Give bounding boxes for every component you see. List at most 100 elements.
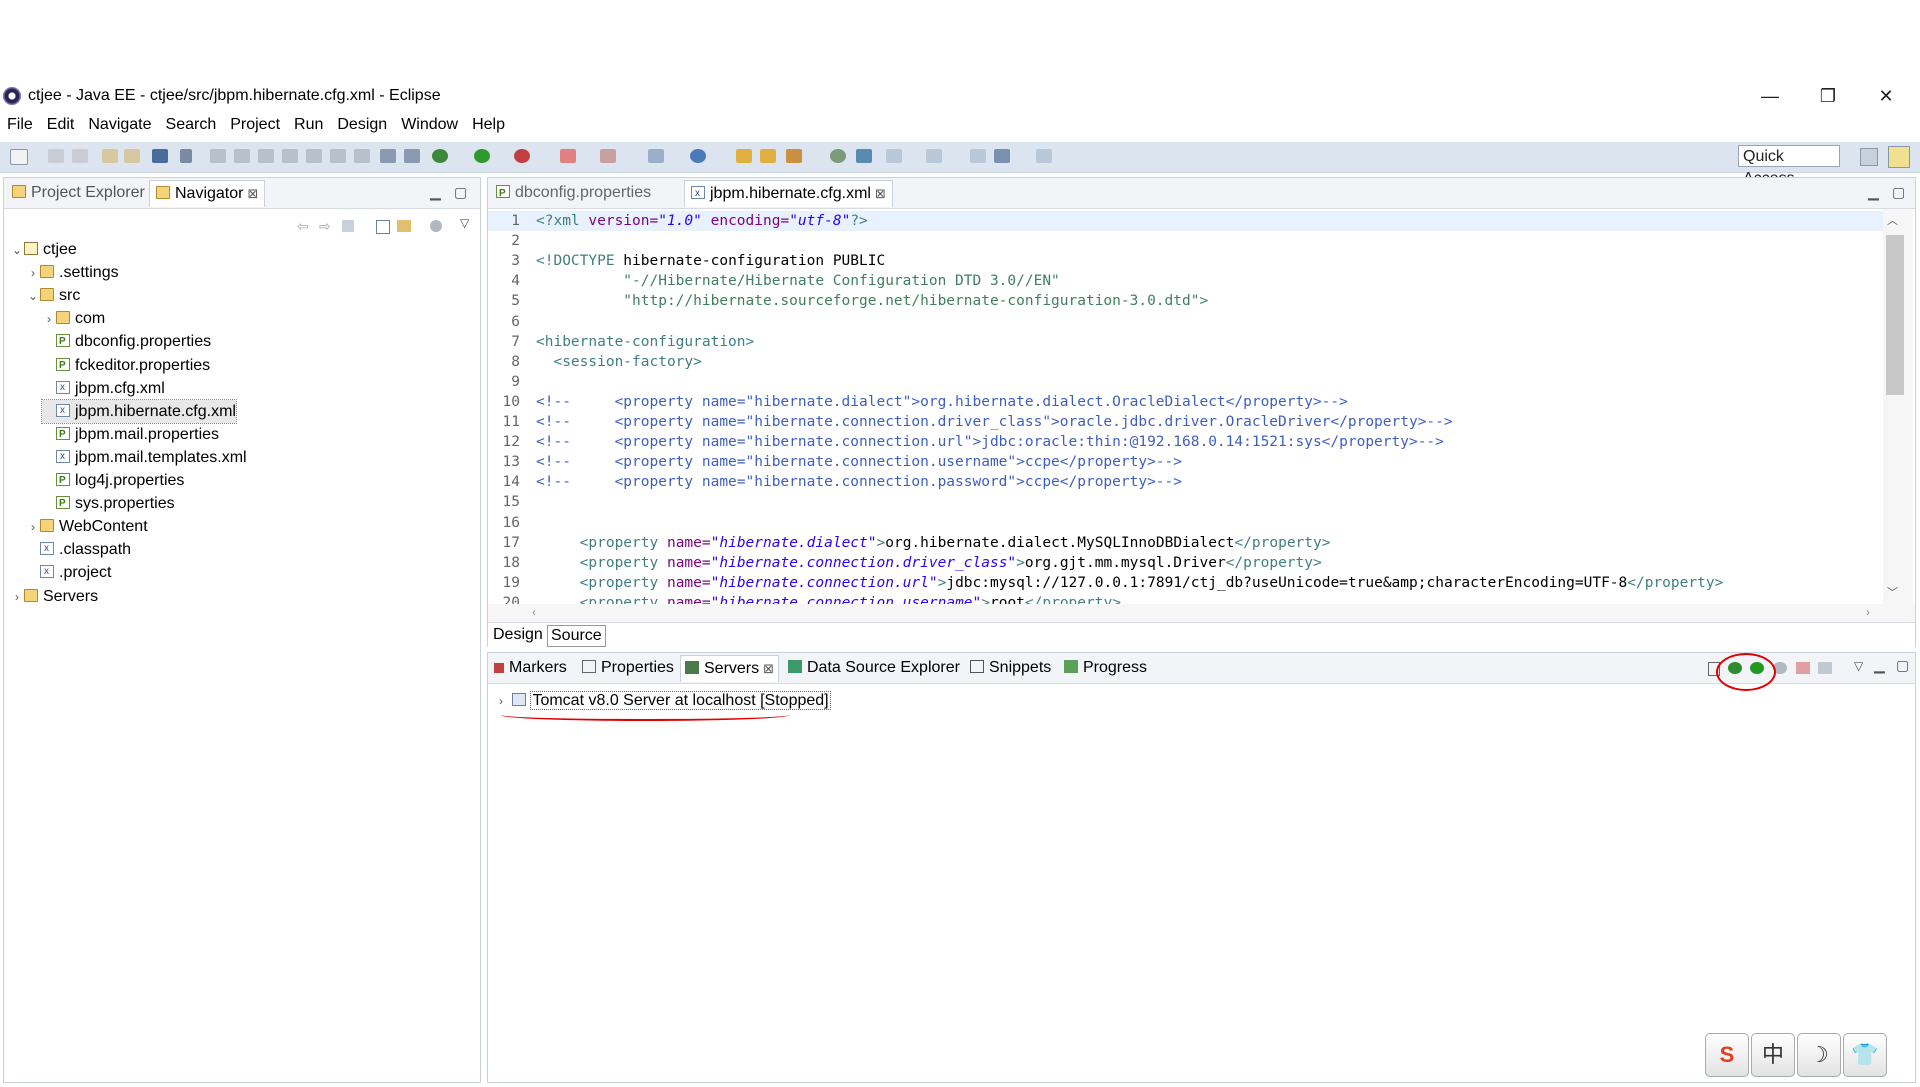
half-width-icon[interactable]: ☽ xyxy=(1797,1033,1841,1077)
close-button[interactable]: ✕ xyxy=(1866,86,1906,108)
new-java-icon[interactable] xyxy=(648,149,664,163)
tab-navigator[interactable]: Navigator ⊠ xyxy=(149,180,266,207)
chevron-down-icon[interactable]: ⌄ xyxy=(26,285,40,308)
print-icon[interactable] xyxy=(102,149,118,163)
collapse-all-icon[interactable] xyxy=(376,220,390,234)
code-line[interactable]: 3 <!DOCTYPE hibernate-configuration PUBLI… xyxy=(488,251,885,271)
prev-annotation-icon[interactable] xyxy=(926,149,942,163)
filter-icon[interactable] xyxy=(430,220,442,232)
code-line[interactable]: 13 <!-- <property name="hibernate.connect… xyxy=(488,452,1182,472)
stop-icon[interactable] xyxy=(560,149,576,163)
run-icon[interactable] xyxy=(474,149,490,163)
tree-item[interactable]: .classpath xyxy=(26,537,131,561)
skip-breakpoints-icon[interactable] xyxy=(180,149,192,163)
chevron-right-icon[interactable]: › xyxy=(42,308,56,331)
sogou-logo-icon[interactable]: S xyxy=(1705,1033,1749,1077)
code-line[interactable]: 17 <property name="hibernate.dialect">or… xyxy=(488,533,1331,553)
code-line[interactable]: 10 <!-- <property name="hibernate.dialect… xyxy=(488,392,1348,412)
code-line[interactable]: 15 xyxy=(488,492,536,512)
chevron-right-icon[interactable]: › xyxy=(10,586,24,609)
new-server-icon[interactable] xyxy=(600,149,616,163)
save-all-icon[interactable] xyxy=(72,149,88,163)
terminal-icon[interactable] xyxy=(152,149,168,163)
scroll-left-icon[interactable]: ‹ xyxy=(532,605,536,619)
code-line[interactable]: 9 xyxy=(488,372,536,392)
run-external-icon[interactable] xyxy=(514,149,530,163)
tree-item[interactable]: › Servers xyxy=(10,585,98,608)
tree-item[interactable]: › WebContent xyxy=(26,515,148,538)
code-line[interactable]: 5 "http://hibernate.sourceforge.net/hibe… xyxy=(488,291,1208,311)
open-perspective-icon[interactable] xyxy=(1860,148,1878,166)
tree-item[interactable]: ⌄ ctjee xyxy=(10,238,77,261)
publish-server-icon[interactable] xyxy=(1818,662,1832,674)
java-ee-perspective-icon[interactable] xyxy=(1888,146,1910,168)
chevron-down-icon[interactable]: ⌄ xyxy=(10,239,24,262)
step-into-icon[interactable] xyxy=(306,149,322,163)
terminate-icon[interactable] xyxy=(258,149,274,163)
back-icon[interactable] xyxy=(994,149,1010,163)
web-browser-icon[interactable] xyxy=(830,149,846,163)
minimize-view-icon[interactable]: ▁ xyxy=(1874,657,1885,674)
code-line[interactable]: 7 <hibernate-configuration> xyxy=(488,332,754,352)
tab-project-explorer[interactable]: Project Explorer xyxy=(6,180,151,206)
scroll-right-icon[interactable]: › xyxy=(1866,605,1870,619)
step-over-icon[interactable] xyxy=(330,149,346,163)
code-line[interactable]: 2 xyxy=(488,231,536,251)
search-toolbar-icon[interactable] xyxy=(786,149,802,163)
open-type-icon[interactable] xyxy=(736,149,752,163)
menu-search[interactable]: Search xyxy=(159,113,224,137)
open-task-icon[interactable] xyxy=(760,149,776,163)
maximize-view-icon[interactable]: ▢ xyxy=(454,184,467,201)
tree-item[interactable]: dbconfig.properties xyxy=(42,330,211,353)
maximize-view-icon[interactable]: ▢ xyxy=(1896,657,1909,674)
tree-item[interactable]: sys.properties xyxy=(42,492,175,515)
code-line[interactable]: 12 <!-- <property name="hibernate.connect… xyxy=(488,432,1444,452)
skin-icon[interactable]: 👕 xyxy=(1843,1033,1887,1077)
vertical-scroll-thumb[interactable] xyxy=(1886,235,1904,395)
tab-snippets[interactable]: Snippets xyxy=(966,655,1055,681)
tab-progress[interactable]: Progress xyxy=(1060,655,1151,681)
code-line[interactable]: 6 xyxy=(488,312,536,332)
menu-edit[interactable]: Edit xyxy=(40,113,82,137)
maximize-editor-icon[interactable]: ▢ xyxy=(1892,184,1905,201)
save-icon[interactable] xyxy=(48,149,64,163)
debug-icon[interactable] xyxy=(432,149,448,163)
minimize-button[interactable]: — xyxy=(1750,86,1790,108)
tree-item[interactable]: › .settings xyxy=(26,261,119,284)
annotation-icon[interactable] xyxy=(856,149,872,163)
menu-file[interactable]: File xyxy=(0,113,40,137)
close-icon[interactable]: ⊠ xyxy=(247,186,258,201)
up-nav-icon[interactable] xyxy=(342,220,354,232)
tree-item[interactable]: › com xyxy=(42,307,105,330)
last-edit-icon[interactable] xyxy=(970,149,986,163)
new-icon[interactable] xyxy=(10,149,28,165)
menu-navigate[interactable]: Navigate xyxy=(81,113,158,137)
tab-jbpm-hibernate-cfg[interactable]: jbpm.hibernate.cfg.xml⊠ xyxy=(684,180,893,207)
chevron-right-icon[interactable]: › xyxy=(26,516,40,539)
minimize-editor-icon[interactable]: ▁ xyxy=(1868,184,1879,201)
tab-markers[interactable]: Markers xyxy=(490,655,571,681)
tab-design[interactable]: Design xyxy=(490,625,546,645)
resume-icon[interactable] xyxy=(210,149,226,163)
scroll-down-icon[interactable]: ﹀ xyxy=(1887,584,1898,600)
tab-source[interactable]: Source xyxy=(547,625,606,647)
horizontal-scrollbar[interactable]: ‹ › xyxy=(488,604,1915,622)
tree-item[interactable]: jbpm.cfg.xml xyxy=(42,376,165,400)
code-line[interactable]: 18 <property name="hibernate.connection.… xyxy=(488,553,1322,573)
code-line[interactable]: 14 <!-- <property name="hibernate.connect… xyxy=(488,472,1182,492)
tab-data-source-explorer[interactable]: Data Source Explorer xyxy=(784,655,964,681)
stop-server-icon[interactable] xyxy=(1796,662,1810,674)
publish-icon[interactable] xyxy=(124,149,140,163)
chinese-mode-icon[interactable]: 中 xyxy=(1751,1033,1795,1077)
code-line[interactable]: 4 "-//Hibernate/Hibernate Configuration … xyxy=(488,271,1060,291)
close-icon[interactable]: ⊠ xyxy=(763,661,774,676)
step-return-icon[interactable] xyxy=(354,149,370,163)
code-line[interactable]: 1 <?xml version="1.0" encoding="utf-8"?> xyxy=(488,211,1883,231)
forward-nav-icon[interactable]: ⇨ xyxy=(319,218,331,235)
scroll-up-icon[interactable]: ︿ xyxy=(1887,212,1898,228)
tree-item[interactable]: jbpm.mail.templates.xml xyxy=(42,445,247,469)
new-class-icon[interactable] xyxy=(690,149,706,163)
server-label[interactable]: Tomcat v8.0 Server at localhost [Stopped… xyxy=(530,691,831,710)
quick-access-input[interactable]: Quick Access xyxy=(1738,145,1840,187)
tree-item[interactable]: .project xyxy=(26,560,111,584)
